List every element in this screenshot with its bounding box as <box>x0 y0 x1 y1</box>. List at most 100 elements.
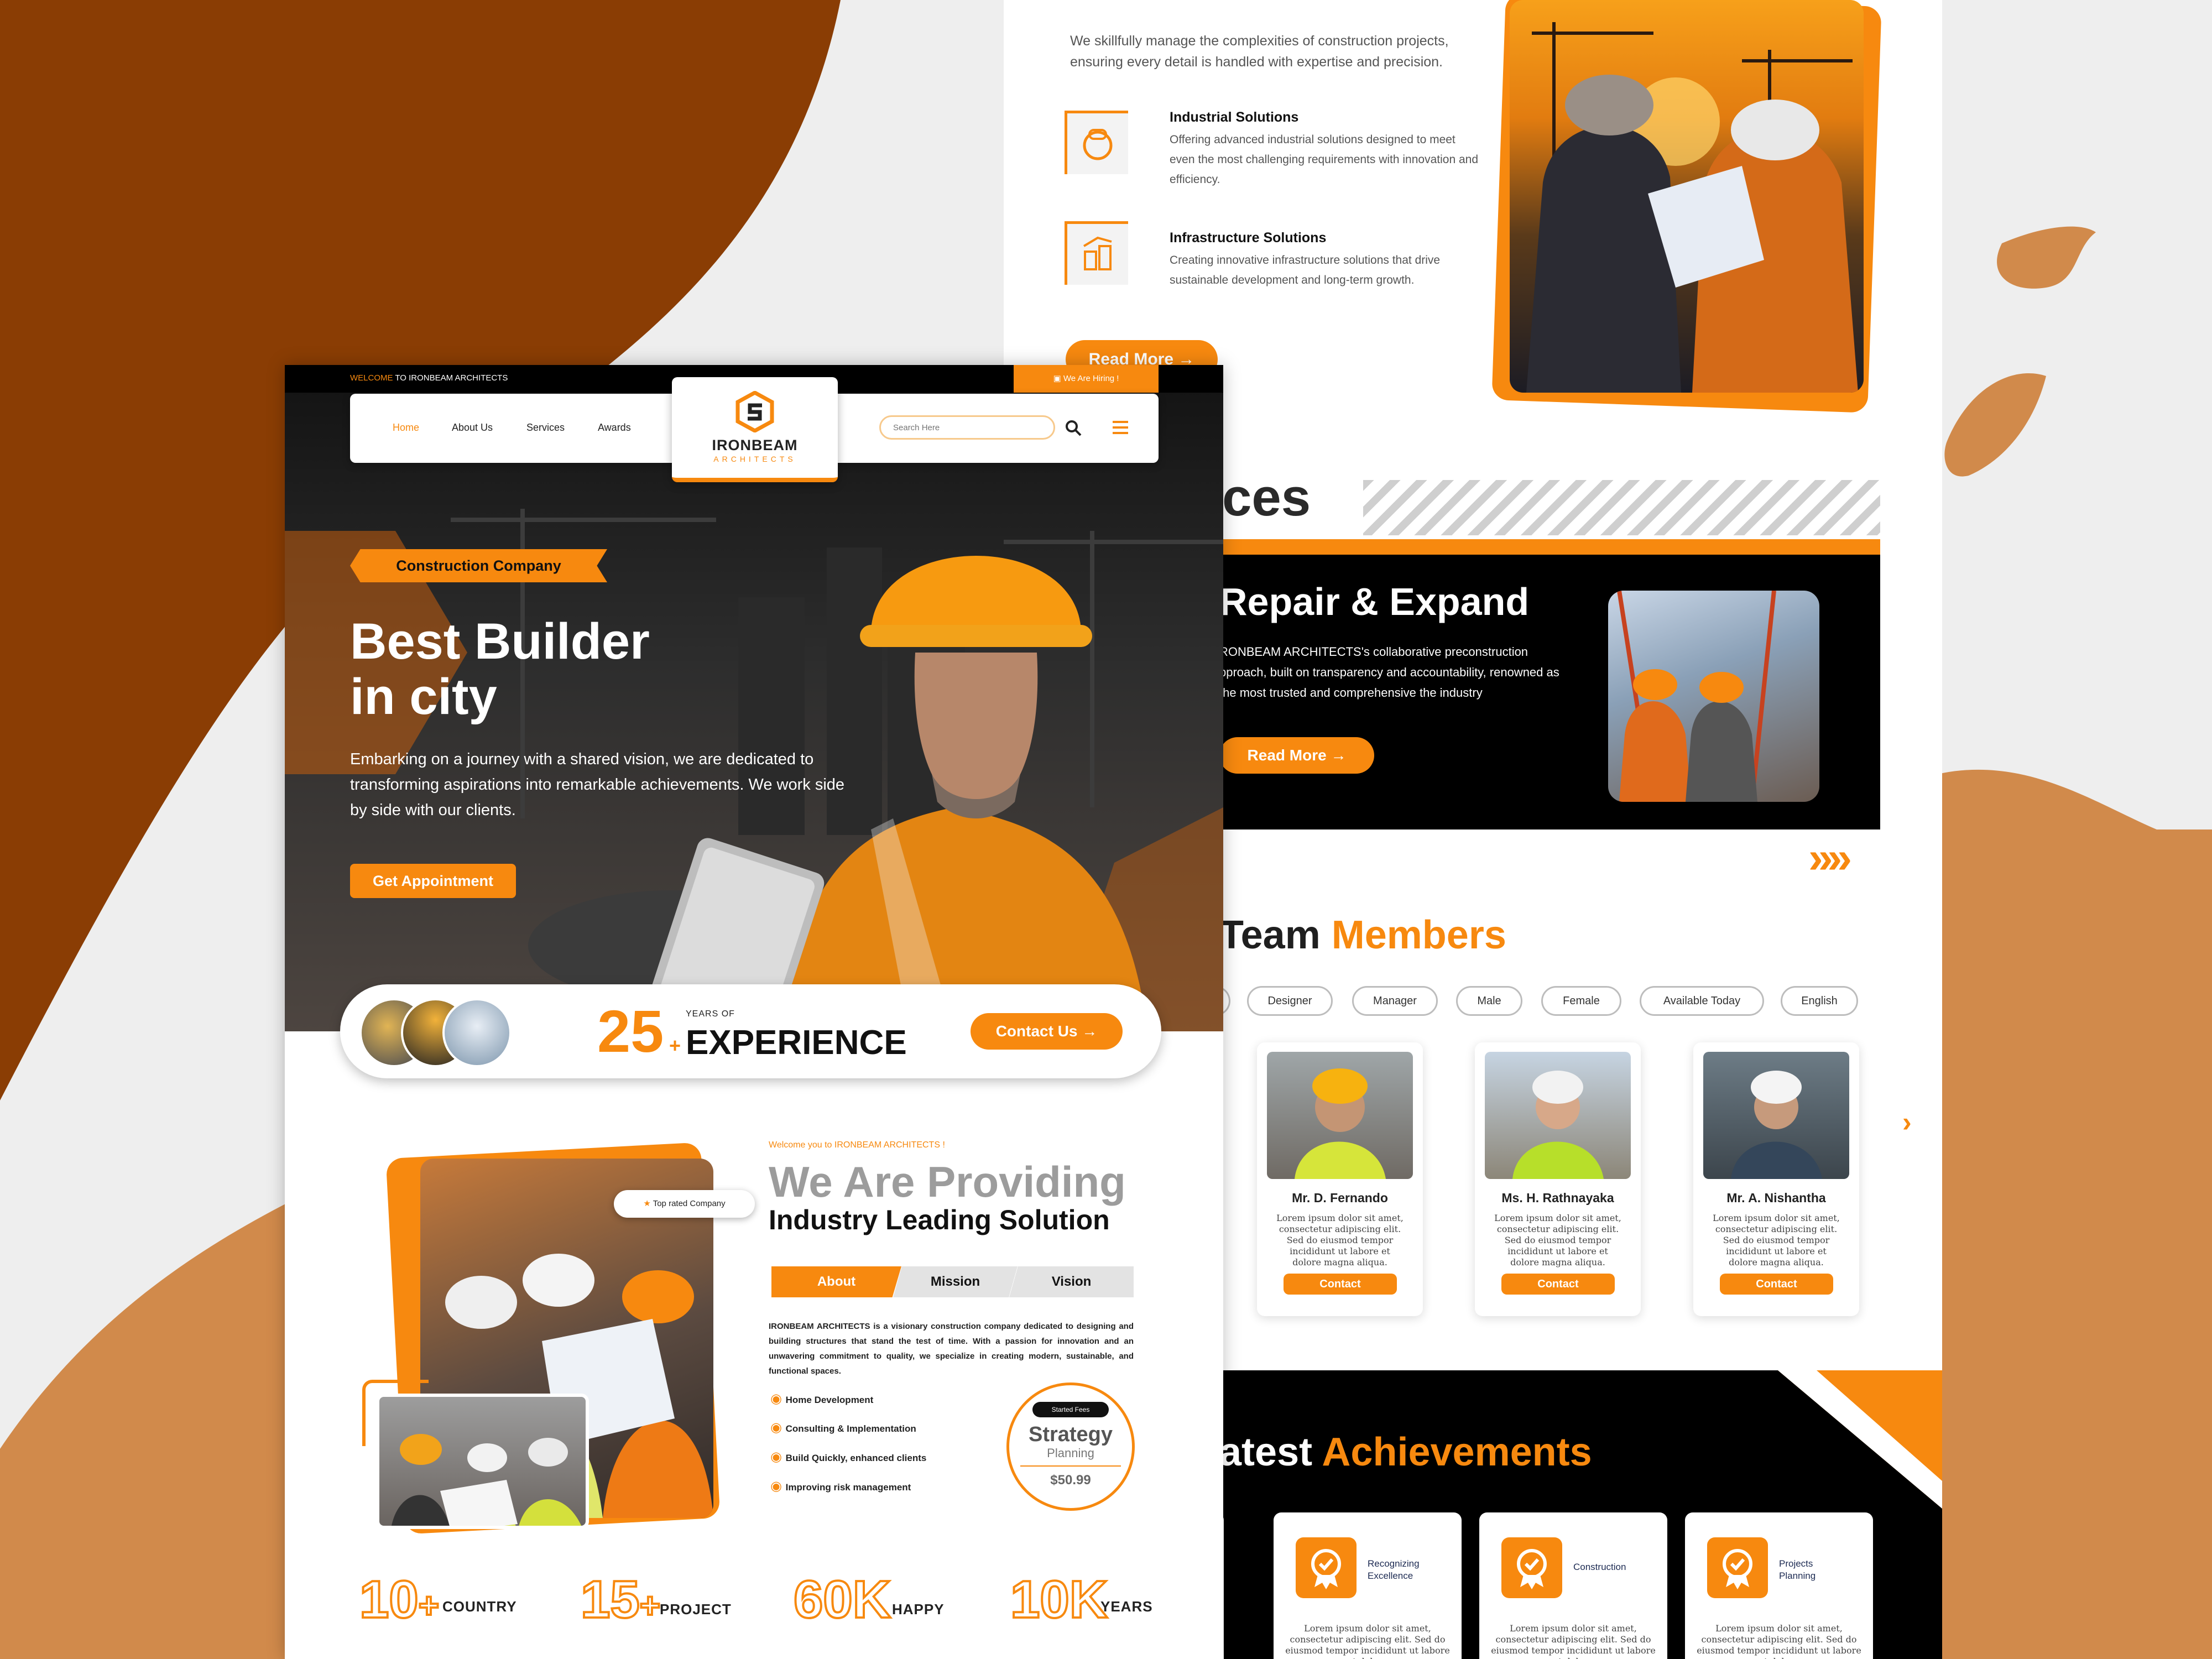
feature-title: Industrial Solutions <box>1170 109 1299 125</box>
member-photo <box>1703 1052 1849 1179</box>
achievement-desc: Lorem ipsum dolor sit amet, consectetur … <box>1285 1623 1450 1659</box>
years-small: YEARS OF <box>686 1009 735 1019</box>
badge-label: Construction Company <box>396 557 561 574</box>
stat-number: 10K <box>1009 1570 1109 1629</box>
hatch-decoration <box>1363 480 1880 535</box>
filter-male[interactable]: Male <box>1456 986 1522 1016</box>
check-circle-icon: ◉ <box>770 1420 786 1435</box>
member-card: Mr. A. Nishantha Lorem ipsum dolor sit a… <box>1693 1042 1859 1316</box>
contact-us-button[interactable]: Contact Us → <box>971 1013 1123 1050</box>
filter-manager[interactable]: Manager <box>1352 986 1438 1016</box>
stat-number: 10+ <box>358 1570 440 1629</box>
welcome-small: Welcome you to IRONBEAM ARCHITECTS ! <box>769 1140 945 1150</box>
nav-awards[interactable]: Awards <box>598 422 631 434</box>
hiring-button[interactable]: ▣ We Are Hiring ! <box>1014 365 1159 393</box>
achievement-desc: Lorem ipsum dolor sit amet, consectetur … <box>1491 1623 1656 1659</box>
strategy-tag: Started Fees <box>1032 1402 1109 1417</box>
stat-label: COUNTRY <box>442 1598 517 1615</box>
divider <box>1020 1465 1121 1467</box>
search-icon[interactable] <box>1065 419 1082 437</box>
achievement-title: Construction <box>1573 1562 1626 1572</box>
building-chart-icon <box>1065 221 1128 285</box>
member-desc: Lorem ipsum dolor sit amet, consectetur … <box>1494 1213 1621 1267</box>
logo-box[interactable]: IRONBEAM ARCHITECTS <box>672 377 838 482</box>
achievement-card: Construction Lorem ipsum dolor sit amet,… <box>1479 1512 1667 1659</box>
stat-number: 60K <box>792 1570 892 1629</box>
service-photo <box>1608 591 1819 802</box>
strategy-title: Strategy <box>1028 1423 1113 1446</box>
about-text: IRONBEAM ARCHITECTS is a visionary const… <box>769 1322 1134 1376</box>
nav-about-us[interactable]: About Us <box>452 422 493 434</box>
service-title: Repair & Expand <box>1219 580 1530 623</box>
filter-available-today[interactable]: Available Today <box>1640 986 1764 1016</box>
stat-number: 15+ <box>580 1570 661 1629</box>
member-desc: Lorem ipsum dolor sit amet, consectetur … <box>1276 1213 1404 1267</box>
list-item: ◉ Improving risk management <box>770 1479 911 1494</box>
chevron-right-icon[interactable]: › <box>1902 1106 1912 1138</box>
checklist: ◉ Home Development ◉ Consulting & Implem… <box>770 1391 980 1518</box>
feature-title: Infrastructure Solutions <box>1170 230 1327 246</box>
achievement-title: Projects Planning <box>1779 1558 1816 1581</box>
tab-about[interactable]: About <box>771 1266 901 1297</box>
member-name: Mr. A. Nishantha <box>1726 1191 1826 1205</box>
logo-sub: ARCHITECTS <box>713 455 796 463</box>
gear-worker-icon <box>1065 111 1128 174</box>
about-heading-2: Industry Leading Solution <box>769 1204 1110 1235</box>
list-item: ◉ Home Development <box>770 1391 874 1406</box>
feature-desc: Creating innovative infrastructure solut… <box>1170 254 1441 286</box>
nav-services[interactable]: Services <box>526 422 565 434</box>
check-circle-icon: ◉ <box>770 1391 786 1406</box>
contact-button[interactable]: Contact <box>1501 1274 1615 1295</box>
member-card: Mr. D. Fernando Lorem ipsum dolor sit am… <box>1257 1042 1423 1316</box>
search-input[interactable] <box>879 415 1055 440</box>
hero-title: Best Builder in city <box>350 613 650 725</box>
ironbeam-logo-icon <box>735 391 774 432</box>
list-item: ◉ Consulting & Implementation <box>770 1420 916 1435</box>
team-heading: Team Members <box>1219 913 1506 957</box>
hero-desc: Embarking on a journey with a shared vis… <box>350 750 845 819</box>
check-circle-icon: ◉ <box>770 1479 786 1494</box>
stat-label: PROJECT <box>660 1601 732 1618</box>
achievement-card: Projects Planning Lorem ipsum dolor sit … <box>1685 1512 1873 1659</box>
logo-name: IRONBEAM <box>712 437 798 453</box>
member-photo <box>1485 1052 1631 1179</box>
achievement-desc: Lorem ipsum dolor sit amet, consectetur … <box>1697 1623 1861 1659</box>
nav-home[interactable]: Home <box>393 422 419 434</box>
award-badge-icon <box>1707 1537 1768 1598</box>
years-plus: + <box>669 1034 681 1057</box>
menu-icon[interactable] <box>1112 419 1129 436</box>
avatar <box>442 998 512 1067</box>
tab-vision[interactable]: Vision <box>1009 1266 1134 1297</box>
tab-mission[interactable]: Mission <box>893 1266 1018 1297</box>
briefcase-icon: ▣ <box>1053 374 1063 383</box>
intro-text: We skillfully manage the complexities of… <box>1070 33 1449 70</box>
engineers-photo <box>1510 0 1864 393</box>
member-desc: Lorem ipsum dolor sit amet, consectetur … <box>1713 1213 1840 1267</box>
contact-button[interactable]: Contact <box>1284 1274 1397 1295</box>
orange-corner-decoration <box>1778 1370 1942 1509</box>
stat-label: HAPPY <box>892 1601 945 1618</box>
years-word: EXPERIENCE <box>686 1024 907 1062</box>
read-more-button[interactable]: Read More → <box>1219 737 1374 774</box>
filter-designer[interactable]: Designer <box>1247 986 1333 1016</box>
achievement-card: Recognizing Excellence Lorem ipsum dolor… <box>1274 1512 1462 1659</box>
member-name: Mr. D. Fernando <box>1292 1191 1388 1205</box>
award-badge-icon <box>1501 1537 1562 1598</box>
strategy-price: $50.99 <box>1050 1473 1091 1488</box>
star-icon: ★ <box>643 1199 653 1208</box>
check-circle-icon: ◉ <box>770 1449 786 1464</box>
strategy-sub: Planning <box>1047 1446 1094 1460</box>
member-card: Ms. H. Rathnayaka Lorem ipsum dolor sit … <box>1475 1042 1641 1316</box>
member-photo <box>1267 1052 1413 1179</box>
filter-female[interactable]: Female <box>1541 986 1621 1016</box>
contact-button[interactable]: Contact <box>1720 1274 1833 1295</box>
get-appointment-button[interactable]: Get Appointment <box>350 864 516 898</box>
years-number: 25 <box>597 998 664 1065</box>
engineers-small-photo <box>376 1394 589 1529</box>
welcome-text: WELCOME TO IRONBEAM ARCHITECTS <box>350 373 508 383</box>
filter-english[interactable]: English <box>1781 986 1858 1016</box>
service-desc: RONBEAM ARCHITECTS's collaborative preco… <box>1219 645 1559 700</box>
next-arrows-icon[interactable]: »» <box>1808 832 1852 883</box>
left-page-mockup: WELCOME TO IRONBEAM ARCHITECTS ▣ We Are … <box>285 365 1223 1659</box>
member-name: Ms. H. Rathnayaka <box>1501 1191 1614 1205</box>
